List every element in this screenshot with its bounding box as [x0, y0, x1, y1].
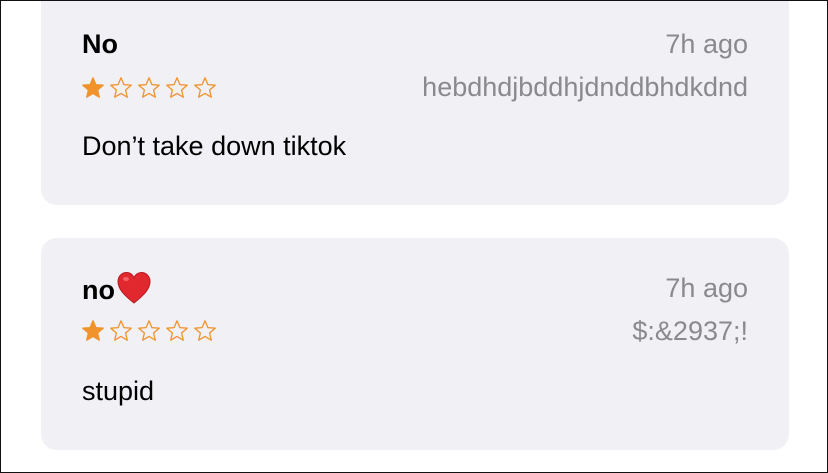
review-title: no [82, 275, 115, 305]
star-rating [81, 319, 217, 343]
star-empty-icon [110, 77, 132, 98]
star-empty-icon [194, 320, 216, 341]
star-empty-icon [166, 77, 188, 98]
review-time: 7h ago [665, 273, 748, 303]
review-body: stupid [82, 376, 155, 406]
star-empty-icon [166, 320, 188, 341]
star-empty-icon [194, 77, 216, 98]
review-card[interactable]: No 7h ago hebdhdjbddhjdnddbhdkdnd Don’t … [41, 1, 789, 205]
reviews-screen: No 7h ago hebdhdjbddhjdnddbhdkdnd Don’t … [0, 0, 828, 473]
review-body: Don’t take down tiktok [82, 131, 347, 161]
review-time: 7h ago [665, 29, 748, 59]
star-empty-icon [110, 320, 132, 341]
star-empty-icon [138, 77, 160, 98]
review-author: $:&2937;! [632, 316, 748, 346]
heart-emoji-icon [117, 271, 151, 304]
star-rating [81, 76, 217, 100]
review-author: hebdhdjbddhjdnddbhdkdnd [422, 72, 748, 102]
star-filled-icon [82, 77, 104, 98]
star-empty-icon [138, 320, 160, 341]
review-card[interactable]: no 7h ago $:&2937;! stupid [41, 238, 789, 450]
review-title: No [82, 29, 118, 59]
review-title-wrapper: no [82, 271, 152, 306]
star-filled-icon [82, 320, 104, 341]
